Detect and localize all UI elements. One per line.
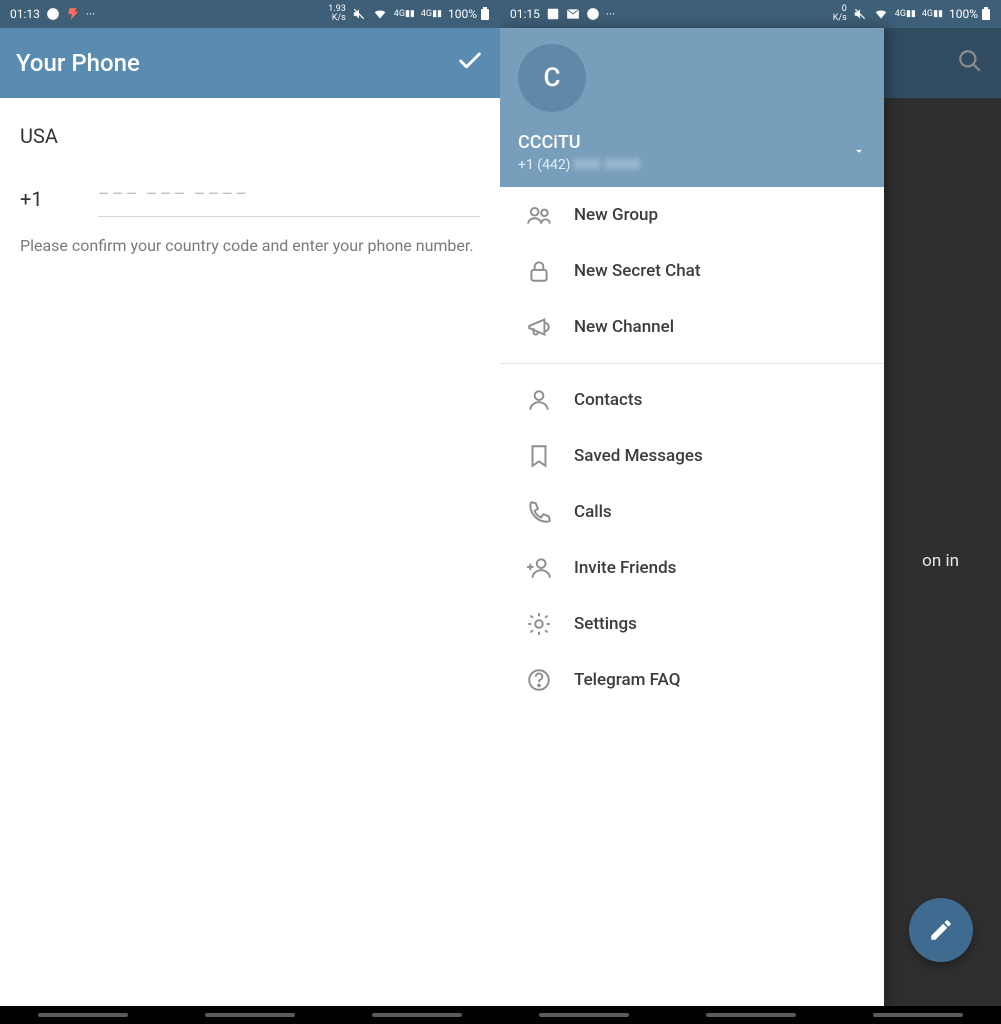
screen-your-phone: 01:13 ··· 1.93 K/s 4G▮▮ 4G▮▮ 100% Your P… xyxy=(0,0,500,1024)
status-bar: 01:13 ··· 1.93 K/s 4G▮▮ 4G▮▮ 100% xyxy=(0,0,500,28)
menu-item-label: Telegram FAQ xyxy=(574,670,680,690)
country-code-field[interactable] xyxy=(20,177,84,217)
lock-icon xyxy=(518,258,560,284)
wifi-icon xyxy=(873,7,889,21)
chat-icon xyxy=(586,7,600,21)
phone-icon xyxy=(518,499,560,525)
phone-placeholder: ––– ––– –––– xyxy=(98,184,249,205)
image-icon xyxy=(546,7,560,21)
navigation-drawer: C CCCiTU +1 (442) 000 0000 xyxy=(500,28,884,1006)
menu-item-saved-messages[interactable]: Saved Messages xyxy=(500,428,884,484)
account-switcher[interactable] xyxy=(852,143,866,162)
home-button[interactable] xyxy=(706,1013,796,1017)
status-bar: 01:15 ··· 0 K/s 4G▮▮ 4G▮▮ 100% xyxy=(500,0,1001,28)
phone-form: ––– ––– –––– Please confirm your country… xyxy=(0,98,500,273)
chevron-down-icon xyxy=(852,144,866,158)
check-icon xyxy=(456,47,484,75)
menu-item-calls[interactable]: Calls xyxy=(500,484,884,540)
menu-item-new-channel[interactable]: New Channel xyxy=(500,299,884,355)
compose-fab[interactable] xyxy=(909,898,973,962)
menu-item-new-secret-chat[interactable]: New Secret Chat xyxy=(500,243,884,299)
drawer-header[interactable]: C CCCiTU +1 (442) 000 0000 xyxy=(500,28,884,187)
battery-icon xyxy=(480,7,490,21)
menu-item-label: New Channel xyxy=(574,317,674,337)
menu-item-new-group[interactable]: New Group xyxy=(500,187,884,243)
megaphone-icon xyxy=(518,314,560,340)
avatar[interactable]: C xyxy=(518,44,586,112)
menu-item-contacts[interactable]: Contacts xyxy=(500,372,884,428)
signal-icon: 4G▮▮ xyxy=(922,9,943,19)
menu-item-label: New Group xyxy=(574,205,658,225)
pencil-icon xyxy=(928,917,954,943)
signal-icon: 4G▮▮ xyxy=(394,9,415,19)
addperson-icon xyxy=(518,555,560,581)
mail-icon xyxy=(566,7,580,21)
menu-separator xyxy=(500,363,884,364)
system-nav[interactable] xyxy=(500,1006,1001,1024)
drawer-menu: New Group New Secret Chat New Channel Co… xyxy=(500,187,884,1006)
account-phone: +1 (442) 000 0000 xyxy=(518,157,641,173)
page-title: Your Phone xyxy=(16,49,140,77)
country-field[interactable] xyxy=(20,114,480,156)
menu-item-label: Saved Messages xyxy=(574,446,703,466)
wifi-icon xyxy=(372,7,388,21)
menu-item-label: Contacts xyxy=(574,390,642,410)
status-icon xyxy=(46,7,60,21)
back-button[interactable] xyxy=(372,1013,462,1017)
mute-icon xyxy=(352,7,366,21)
signal-icon: 4G▮▮ xyxy=(895,9,916,19)
help-icon xyxy=(518,667,560,693)
battery-icon xyxy=(981,7,991,21)
confirm-button[interactable] xyxy=(456,47,484,79)
home-button[interactable] xyxy=(205,1013,295,1017)
menu-item-settings[interactable]: Settings xyxy=(500,596,884,652)
phone-number-field[interactable]: ––– ––– –––– xyxy=(98,174,480,217)
menu-item-label: New Secret Chat xyxy=(574,261,701,281)
battery-text: 100% xyxy=(949,7,978,21)
system-nav[interactable] xyxy=(0,1006,500,1024)
bookmark-icon xyxy=(518,443,560,469)
menu-item-invite-friends[interactable]: Invite Friends xyxy=(500,540,884,596)
group-icon xyxy=(518,202,560,228)
status-speed: 1.93 K/s xyxy=(328,5,346,23)
menu-item-telegram-faq[interactable]: Telegram FAQ xyxy=(500,652,884,708)
status-time: 01:15 xyxy=(510,7,540,21)
screen-drawer: 01:15 ··· 0 K/s 4G▮▮ 4G▮▮ 100% xyxy=(500,0,1001,1024)
status-icon xyxy=(66,7,80,21)
account-name: CCCiTU xyxy=(518,132,641,153)
status-more: ··· xyxy=(86,7,95,21)
status-speed: 0 K/s xyxy=(833,5,847,23)
menu-item-label: Settings xyxy=(574,614,637,634)
recent-apps-button[interactable] xyxy=(539,1013,629,1017)
back-button[interactable] xyxy=(873,1013,963,1017)
battery-text: 100% xyxy=(448,7,477,21)
form-hint: Please confirm your country code and ent… xyxy=(20,235,480,257)
menu-item-label: Invite Friends xyxy=(574,558,676,578)
status-more: ··· xyxy=(606,7,615,21)
signal-icon: 4G▮▮ xyxy=(421,9,442,19)
menu-item-label: Calls xyxy=(574,502,612,522)
status-time: 01:13 xyxy=(10,7,40,21)
person-icon xyxy=(518,387,560,413)
app-bar: Your Phone xyxy=(0,28,500,98)
recent-apps-button[interactable] xyxy=(38,1013,128,1017)
mute-icon xyxy=(853,7,867,21)
gear-icon xyxy=(518,611,560,637)
avatar-initial: C xyxy=(544,63,561,93)
